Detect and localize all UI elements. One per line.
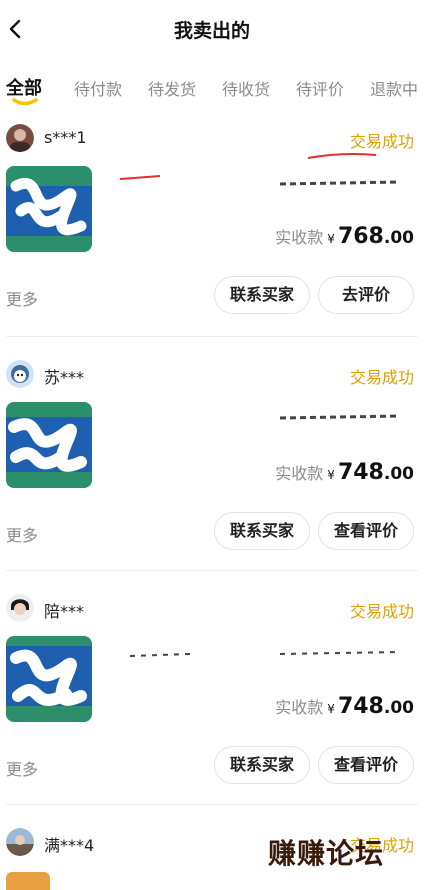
tab-pending-shipment[interactable]: 待发货 (148, 76, 196, 100)
product-thumbnail[interactable] (6, 872, 50, 890)
price-decimal: .00 (383, 698, 414, 718)
price-row: 实收款 ¥ 768 .00 (275, 224, 414, 254)
redacted-title (119, 175, 401, 186)
order-card: s***1 交易成功 实收款 ¥ 768 .00 更多 联系买家 去评价 (0, 124, 424, 358)
product-thumbnail[interactable] (6, 636, 92, 722)
price-decimal: .00 (383, 228, 414, 248)
product-thumbnail[interactable] (6, 402, 92, 488)
order-status: 交易成功 (349, 602, 414, 621)
tab-refunding[interactable]: 退款中 (370, 76, 418, 100)
buyer-name: 苏*** (44, 368, 85, 387)
more-link[interactable]: 更多 (6, 522, 38, 546)
order-status: 交易成功 (349, 132, 414, 151)
tab-pending-receipt[interactable]: 待收货 (222, 76, 270, 100)
currency-symbol: ¥ (327, 232, 335, 246)
active-tab-indicator (12, 98, 38, 106)
price-row: 实收款 ¥ 748 .00 (275, 460, 414, 490)
price-label: 实收款 (275, 464, 324, 483)
view-review-button[interactable]: 查看评价 (318, 746, 414, 784)
more-link[interactable]: 更多 (6, 756, 38, 780)
redacted-title (279, 414, 401, 420)
price-decimal: .00 (383, 464, 414, 484)
divider (6, 570, 418, 571)
divider (6, 804, 418, 805)
status-scribble (307, 153, 377, 159)
contact-buyer-button[interactable]: 联系买家 (214, 276, 310, 314)
price-label: 实收款 (275, 228, 324, 247)
avatar[interactable] (6, 828, 34, 856)
more-link[interactable]: 更多 (6, 286, 38, 310)
buyer-name: 陪*** (44, 602, 85, 621)
avatar[interactable] (6, 124, 34, 152)
tab-pending-payment[interactable]: 待付款 (74, 76, 122, 100)
order-card: 陪*** 交易成功 实收款 ¥ 748 .00 更多 联系买家 查看评价 (0, 594, 424, 828)
watermark-text: 赚赚论坛 (268, 837, 385, 870)
product-thumbnail[interactable] (6, 166, 92, 252)
price-integer: 768 (337, 224, 384, 249)
buyer-name: 满***4 (44, 836, 95, 855)
price-label: 实收款 (275, 698, 324, 717)
redacted-title (129, 651, 401, 657)
view-review-button[interactable]: 查看评价 (318, 512, 414, 550)
tab-pending-review[interactable]: 待评价 (296, 76, 344, 100)
divider (6, 336, 418, 337)
contact-buyer-button[interactable]: 联系买家 (214, 746, 310, 784)
page-title: 我卖出的 (173, 20, 250, 42)
review-button[interactable]: 去评价 (318, 276, 414, 314)
contact-buyer-button[interactable]: 联系买家 (214, 512, 310, 550)
currency-symbol: ¥ (327, 468, 335, 482)
order-tabs: 全部 待付款 待发货 待收货 待评价 退款中 (0, 66, 424, 110)
price-integer: 748 (337, 460, 384, 485)
order-status: 交易成功 (349, 368, 414, 387)
price-row: 实收款 ¥ 748 .00 (275, 694, 414, 724)
avatar[interactable] (6, 594, 34, 622)
tab-all[interactable]: 全部 (6, 74, 42, 100)
order-card: 苏*** 交易成功 实收款 ¥ 748 .00 更多 联系买家 查看评价 (0, 360, 424, 594)
buyer-name: s***1 (44, 128, 87, 147)
currency-symbol: ¥ (327, 702, 335, 716)
top-bar: 我卖出的 (0, 0, 424, 58)
avatar[interactable] (6, 360, 34, 388)
price-integer: 748 (337, 694, 384, 719)
